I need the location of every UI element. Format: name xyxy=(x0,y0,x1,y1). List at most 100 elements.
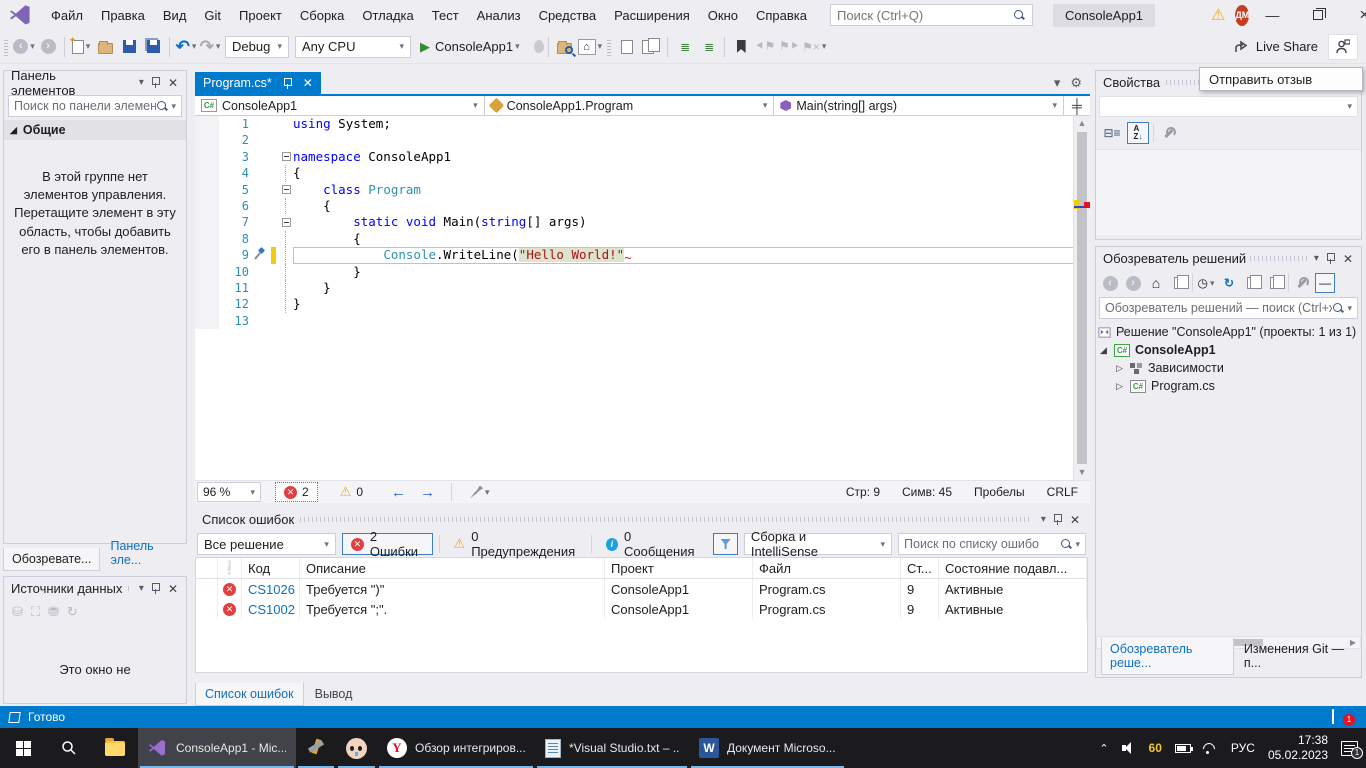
notification-warning-icon[interactable]: ⚠ xyxy=(1211,5,1225,25)
window-position-icon[interactable]: ▾ xyxy=(1041,514,1046,525)
user-avatar[interactable]: ДМ xyxy=(1235,5,1249,26)
taskbar-app-word[interactable]: W Документ Microso... xyxy=(689,728,846,768)
close-icon[interactable]: ✕ xyxy=(168,582,178,596)
split-window-icon[interactable]: ╪ xyxy=(1064,96,1090,115)
language-indicator[interactable]: РУС xyxy=(1231,741,1255,755)
toolbox-search-input[interactable] xyxy=(14,99,156,113)
editor-errors-chip[interactable]: ✕ 2 xyxy=(275,482,318,502)
menu-edit[interactable]: Правка xyxy=(92,4,154,27)
column-code[interactable]: Код xyxy=(242,558,300,578)
live-share-button[interactable]: Live Share xyxy=(1234,39,1318,54)
quick-search-box[interactable] xyxy=(830,4,1033,26)
taskbar-search-button[interactable] xyxy=(46,728,92,768)
tree-item-program-cs[interactable]: ▷ C# Program.cs xyxy=(1098,377,1361,395)
code-editor[interactable]: 1using System;23namespace ConsoleApp14{5… xyxy=(195,116,1090,480)
warnings-filter-button[interactable]: ⚠ 0 Предупреждения xyxy=(446,533,585,555)
tab-options-gear-icon[interactable]: ⚙ xyxy=(1070,75,1082,91)
previous-issue-icon[interactable]: ← xyxy=(391,484,406,501)
pin-icon[interactable] xyxy=(1326,253,1335,264)
save-icon[interactable] xyxy=(118,35,140,59)
pending-changes-icon[interactable]: ◷▾ xyxy=(1196,273,1216,293)
collapse-all-icon[interactable]: — xyxy=(1315,273,1335,293)
code-line[interactable]: 6 { xyxy=(195,198,1090,214)
editor-warnings-chip[interactable]: ⚠ 0 xyxy=(332,482,371,502)
code-line[interactable]: 8 { xyxy=(195,231,1090,247)
next-bookmark-icon[interactable]: ⚑⯈ xyxy=(778,35,800,59)
menu-extensions[interactable]: Расширения xyxy=(605,4,699,27)
notifications-bell-icon[interactable]: 1 xyxy=(1332,710,1348,724)
battery-percent[interactable]: 60 xyxy=(1149,741,1162,755)
close-icon[interactable]: ✕ xyxy=(1070,513,1080,527)
new-file-icon[interactable]: ▾ xyxy=(70,35,92,59)
code-line[interactable]: 5 class Program xyxy=(195,182,1090,198)
tray-expand-icon[interactable]: ⌃ xyxy=(1099,742,1108,755)
menu-analyze[interactable]: Анализ xyxy=(468,4,530,27)
error-row[interactable]: ✕ CS1026 Требуется ")" ConsoleApp1 Progr… xyxy=(196,579,1087,599)
navigate-forward-icon[interactable]: › xyxy=(37,35,59,59)
severity-column-icon[interactable]: ❕ xyxy=(218,558,242,578)
code-line[interactable]: 4{ xyxy=(195,165,1090,181)
tab-git-changes[interactable]: Изменения Git — п... xyxy=(1236,638,1361,675)
editor-vertical-scrollbar[interactable]: ▲ ▼ xyxy=(1073,116,1090,480)
pin-icon[interactable] xyxy=(151,77,160,88)
increase-indent-icon[interactable]: ≣ xyxy=(697,35,719,59)
quick-search-input[interactable] xyxy=(837,8,1013,23)
fold-collapse-icon[interactable] xyxy=(282,152,291,161)
member-dropdown[interactable]: Main(string[] args)▾ xyxy=(774,96,1064,115)
zoom-select[interactable]: 96 %▾ xyxy=(197,482,261,502)
menu-test[interactable]: Тест xyxy=(423,4,468,27)
solution-name-badge[interactable]: ConsoleApp1 xyxy=(1053,4,1155,27)
start-button[interactable] xyxy=(0,728,46,768)
scope-select[interactable]: Все решение▾ xyxy=(197,533,336,555)
collapsed-caret-icon[interactable]: ▷ xyxy=(1114,381,1125,392)
type-dropdown[interactable]: ConsoleApp1.Program▾ xyxy=(485,96,775,115)
menu-debug[interactable]: Отладка xyxy=(353,4,422,27)
error-search-box[interactable]: ▾ xyxy=(898,533,1086,555)
fold-collapse-icon[interactable] xyxy=(282,218,291,227)
redo-icon[interactable]: ↷▾ xyxy=(199,35,221,59)
column-description[interactable]: Описание xyxy=(300,558,605,578)
build-intellisense-select[interactable]: Сборка и IntelliSense▾ xyxy=(744,533,892,555)
menu-file[interactable]: Файл xyxy=(42,4,92,27)
code-line[interactable]: 1using System; xyxy=(195,116,1090,132)
pin-icon[interactable] xyxy=(1053,514,1062,525)
tab-list-icon[interactable]: ▾ xyxy=(1054,75,1061,91)
taskbar-app-notepad[interactable]: *Visual Studio.txt – ... xyxy=(535,728,689,768)
code-line[interactable]: 13 xyxy=(195,313,1090,329)
code-line[interactable]: 10 } xyxy=(195,264,1090,280)
code-line[interactable]: 11 } xyxy=(195,280,1090,296)
restore-button[interactable] xyxy=(1295,0,1341,30)
tab-program-cs[interactable]: Program.cs* ✕ xyxy=(195,72,321,94)
solution-search-input[interactable] xyxy=(1105,301,1332,315)
menu-help[interactable]: Справка xyxy=(747,4,816,27)
hot-reload-icon[interactable] xyxy=(534,40,544,53)
refresh-icon[interactable]: ↻ xyxy=(1219,273,1239,293)
column-line[interactable]: Ст... xyxy=(901,558,939,578)
menu-tools[interactable]: Средства xyxy=(530,4,606,27)
pin-icon[interactable] xyxy=(283,78,292,89)
previous-bookmark-icon[interactable]: ⯇⚑ xyxy=(754,35,776,59)
status-spaces[interactable]: Пробелы xyxy=(974,485,1025,499)
clock[interactable]: 17:38 05.02.2023 xyxy=(1268,733,1328,763)
clear-bookmarks-icon[interactable]: ⚑×▾ xyxy=(802,35,826,59)
toolbar-grip[interactable] xyxy=(4,38,8,56)
expanded-caret-icon[interactable]: ◢ xyxy=(1098,345,1109,356)
project-dropdown[interactable]: C# ConsoleApp1▾ xyxy=(195,96,485,115)
close-tab-icon[interactable]: ✕ xyxy=(303,76,313,90)
tab-document-outline[interactable]: Обозревате... xyxy=(3,548,100,571)
solution-configurations-select[interactable]: Debug▾ xyxy=(225,36,289,58)
solution-search-box[interactable]: ▾ xyxy=(1099,297,1358,319)
taskbar-app-isaac[interactable] xyxy=(336,728,377,768)
taskbar-app-yandex-browser[interactable]: Y Обзор интегриров... xyxy=(377,728,535,768)
properties-wrench-icon[interactable] xyxy=(1292,273,1312,293)
edit-data-source-icon[interactable]: ⛃ xyxy=(48,604,59,620)
code-cleanup-dropdown-icon[interactable]: ▾ xyxy=(485,487,490,498)
solution-platforms-select[interactable]: Any CPU▾ xyxy=(295,36,411,58)
code-line[interactable]: 7 static void Main(string[] args) xyxy=(195,214,1090,230)
error-row[interactable]: ✕ CS1002 Требуется ";". ConsoleApp1 Prog… xyxy=(196,599,1087,619)
alphabetical-sort-icon[interactable]: AZ↓ xyxy=(1127,122,1149,144)
switch-views-icon[interactable] xyxy=(1169,273,1189,293)
taskbar-app-visual-studio[interactable]: ConsoleApp1 - Mic... xyxy=(138,728,296,768)
column-project[interactable]: Проект xyxy=(605,558,753,578)
tree-item-dependencies[interactable]: ▷ Зависимости xyxy=(1098,359,1361,377)
